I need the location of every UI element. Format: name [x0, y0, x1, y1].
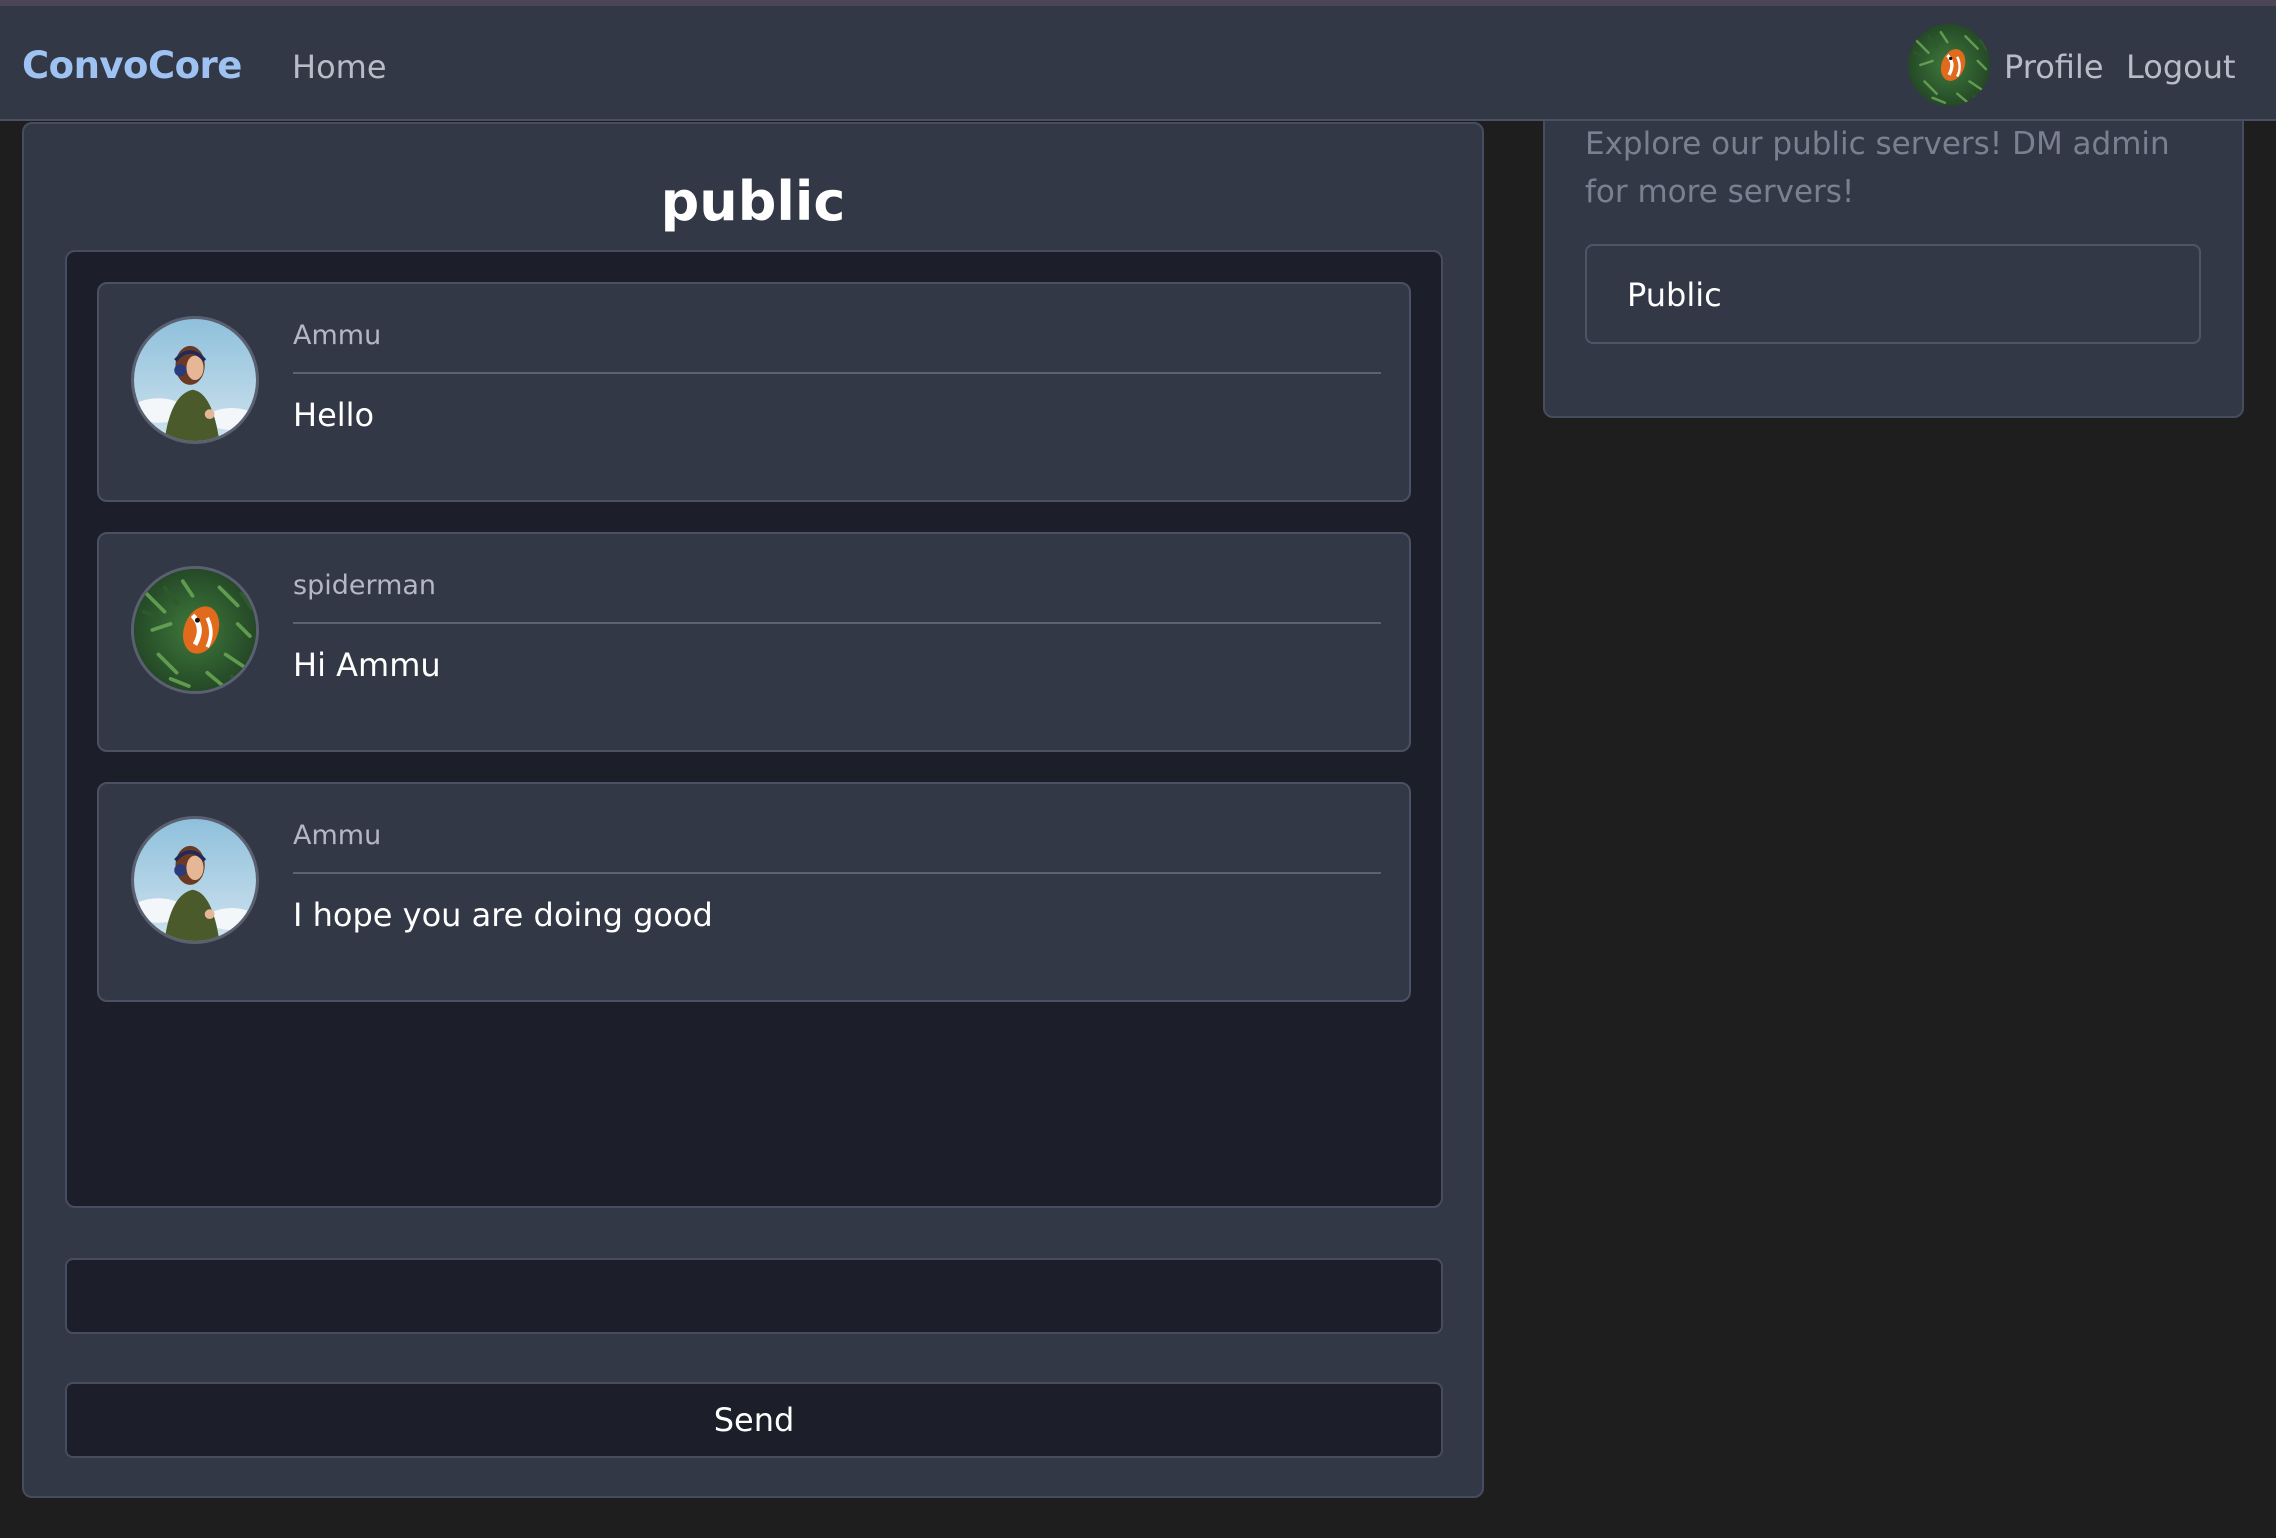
message-username: spiderman: [293, 570, 437, 601]
brand-logo[interactable]: ConvoCore: [22, 44, 242, 87]
message-text: Hi Ammu: [293, 646, 441, 684]
message-divider: [293, 622, 1381, 624]
message-username: Ammu: [293, 820, 382, 851]
message-item: Ammu I hope you are doing good: [97, 782, 1411, 1002]
servers-description: Explore our public servers! DM admin for…: [1585, 126, 2170, 210]
navbar: ConvoCore Home Profile Logout: [0, 0, 2276, 121]
message-item: Ammu Hello: [97, 282, 1411, 502]
message-input[interactable]: [65, 1258, 1443, 1334]
server-item-public[interactable]: Public: [1585, 244, 2201, 344]
girl-avatar-icon: [131, 816, 259, 944]
nav-profile-link[interactable]: Profile: [2004, 48, 2104, 86]
send-button[interactable]: Send: [65, 1382, 1443, 1458]
nav-home-link[interactable]: Home: [292, 48, 387, 86]
clownfish-avatar-icon: [131, 566, 259, 694]
message-username: Ammu: [293, 320, 382, 351]
message-item: spiderman Hi Ammu: [97, 532, 1411, 752]
message-divider: [293, 872, 1381, 874]
chat-card: public Ammu Hello spiderman Hi Ammu Ammu…: [22, 122, 1484, 1498]
nav-logout-link[interactable]: Logout: [2126, 48, 2236, 86]
messages-list[interactable]: Ammu Hello spiderman Hi Ammu Ammu I hope…: [65, 250, 1443, 1208]
clownfish-avatar-icon[interactable]: [1908, 24, 1990, 106]
message-text: Hello: [293, 396, 375, 434]
girl-avatar-icon: [131, 316, 259, 444]
message-text: I hope you are doing good: [293, 896, 713, 934]
server-label: Public: [1627, 276, 1722, 314]
chat-title: public: [660, 170, 846, 233]
message-divider: [293, 372, 1381, 374]
